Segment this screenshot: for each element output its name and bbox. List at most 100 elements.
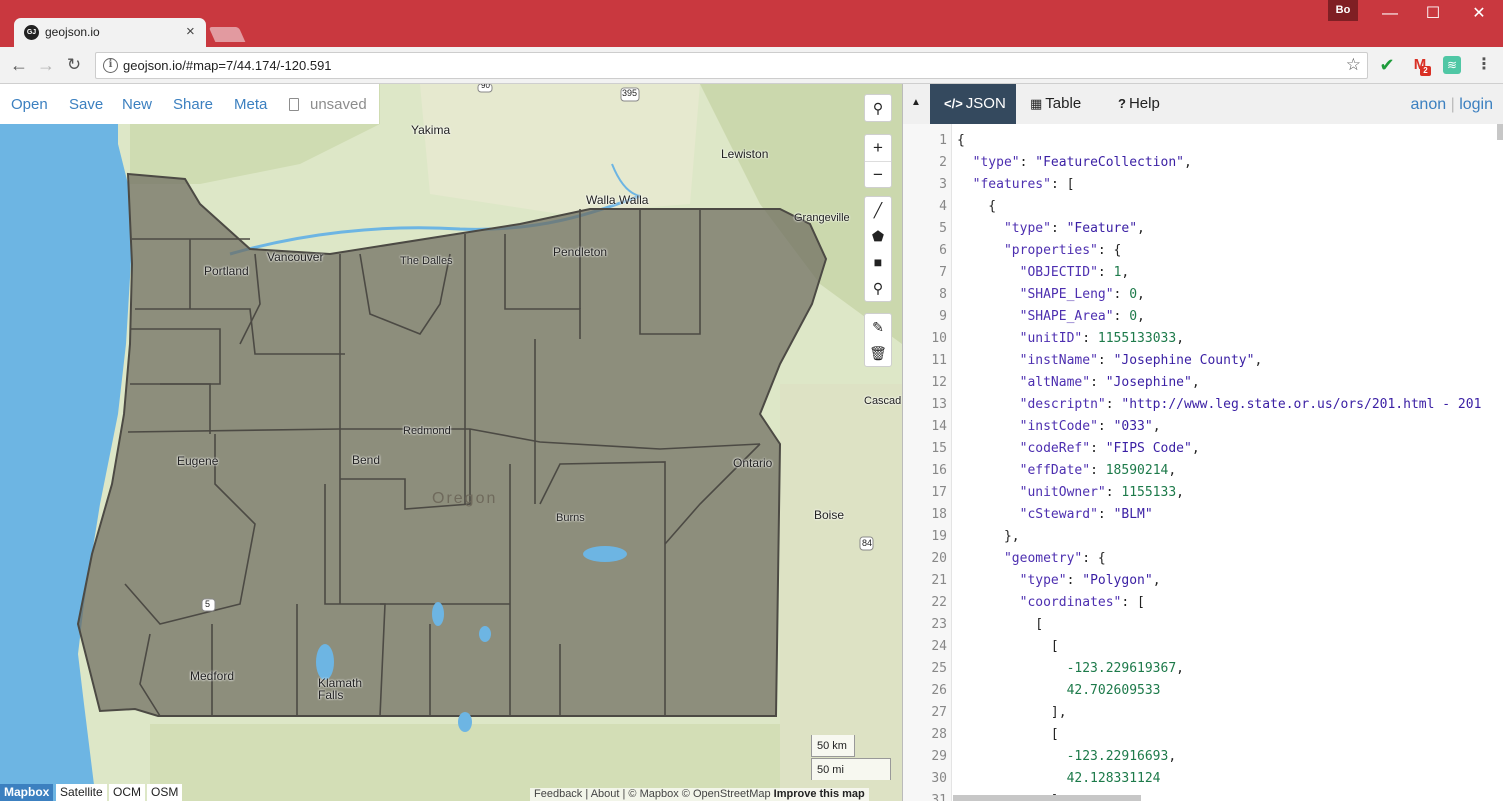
code-line[interactable]: ], [957,705,1067,720]
info-icon[interactable]: i [103,58,118,73]
code-line[interactable]: { [957,133,965,148]
save-button[interactable]: Save [69,96,103,113]
code-line[interactable]: 42.702609533 [957,683,1161,698]
code-token: 42.128331124 [1066,771,1161,786]
feedback-link[interactable]: Feedback [534,788,582,800]
bookmark-star-icon[interactable]: ☆ [1346,55,1361,75]
minimize-icon[interactable]: — [1377,4,1403,24]
draw-rectangle-icon[interactable]: ■ [865,249,891,275]
code-line[interactable]: "unitID": 1155133033, [957,331,1184,346]
line-number: 17 [931,485,947,500]
line-number: 15 [931,441,947,456]
map-view[interactable]: 90 395 5 84 Yakima Lewiston Walla Walla … [0,84,902,801]
place-label-falls: Falls [318,688,344,702]
checkmark-extension-icon[interactable]: ✔ [1378,56,1396,74]
code-line[interactable]: "OBJECTID": 1, [957,265,1130,280]
code-line[interactable]: -123.229619367, [957,661,1184,676]
code-line[interactable]: "effDate": 18590214, [957,463,1177,478]
url-text[interactable]: geojson.io/#map=7/44.174/-120.591 [123,58,332,73]
new-tab-button[interactable] [208,27,246,42]
edit-layers-icon[interactable]: ✎ [865,314,891,340]
close-window-icon[interactable]: ✕ [1466,4,1492,24]
collapse-panel-icon[interactable]: ▲ [911,97,921,108]
layer-satellite-button[interactable]: Satellite [56,784,107,801]
mapbox-link[interactable]: © Mapbox [628,788,678,800]
login-link[interactable]: login [1459,96,1493,113]
about-link[interactable]: About [591,788,620,800]
new-button[interactable]: New [122,96,152,113]
anon-link[interactable]: anon [1411,96,1447,113]
code-line[interactable]: "geometry": { [957,551,1106,566]
tab-help[interactable]: ? Help [1104,84,1176,124]
draw-polygon-icon[interactable]: ⬟ [865,223,891,249]
code-line[interactable]: "altName": "Josephine", [957,375,1200,390]
code-line[interactable]: "type": "Feature", [957,221,1145,236]
horizontal-scrollbar[interactable] [953,795,1141,801]
code-line[interactable]: "SHAPE_Area": 0, [957,309,1145,324]
draw-line-icon[interactable]: ╱ [865,197,891,223]
draw-marker-icon[interactable]: ⚲ [865,275,891,301]
code-line[interactable]: [ [957,617,1043,632]
code-token: 42.702609533 [1066,683,1161,698]
code-line[interactable]: "instName": "Josephine County", [957,353,1263,368]
osm-link[interactable]: © OpenStreetMap [682,788,771,800]
maximize-icon[interactable]: ☐ [1420,4,1446,24]
layer-ocm-button[interactable]: OCM [109,784,145,801]
code-token: "type" [1003,221,1051,236]
code-line[interactable]: "properties": { [957,243,1121,258]
tab-close-icon[interactable]: × [186,23,195,41]
meta-button[interactable]: Meta [234,96,267,113]
code-line[interactable]: "coordinates": [ [957,595,1145,610]
code-line[interactable]: "instCode": "033", [957,419,1161,434]
code-line[interactable]: "SHAPE_Leng": 0, [957,287,1145,302]
delete-layers-icon[interactable]: 🗑 [865,340,891,366]
code-token: { [957,199,997,214]
forward-arrow-icon[interactable]: → [35,54,57,76]
reload-icon[interactable]: ↻ [63,54,85,76]
vertical-scrollbar[interactable] [1497,124,1503,140]
back-arrow-icon[interactable]: ← [8,54,30,76]
layer-mapbox-button[interactable]: Mapbox [0,784,54,801]
line-number: 21 [931,573,947,588]
layer-osm-button[interactable]: OSM [147,784,183,801]
code-line[interactable]: "type": "FeatureCollection", [957,155,1192,170]
search-control[interactable]: ⚲ [864,94,892,122]
tab-json[interactable]: </> JSON [930,84,1016,124]
code-line[interactable]: "type": "Polygon", [957,573,1161,588]
code-line[interactable]: }, [957,529,1020,544]
gmail-extension-icon[interactable]: M2 [1411,56,1431,76]
line-number: 30 [931,771,947,786]
zoom-out-icon[interactable]: − [865,161,891,187]
profile-button[interactable]: Bo [1328,0,1358,21]
code-line[interactable]: -123.22916693, [957,749,1177,764]
code-token: "altName" [1019,375,1091,390]
code-line[interactable]: "unitOwner": 1155133, [957,485,1184,500]
code-token: , [1176,331,1185,346]
tab-table[interactable]: ▦ Table [1016,84,1104,124]
code-line[interactable]: "codeRef": "FIPS Code", [957,441,1200,456]
share-button[interactable]: Share [173,96,213,113]
json-editor[interactable]: 1 2 3 4 5 6 7 8 9 10 11 12 13 14 15 16 17 18 19 20 21 22 23 24 2… [903,124,1503,801]
open-button[interactable]: Open [11,96,48,113]
more-vert-icon[interactable]: ⋮ [1475,56,1493,74]
zoom-in-icon[interactable]: + [865,135,891,161]
code-line[interactable]: "cSteward": "BLM" [957,507,1153,522]
code-line[interactable]: 42.128331124 [957,771,1161,786]
address-bar[interactable]: i geojson.io/#map=7/44.174/-120.591 ☆ [95,52,1368,79]
improve-map-link[interactable]: Improve this map [774,788,865,800]
code-line[interactable]: [ [957,727,1059,742]
wave-extension-icon[interactable]: ≋ [1443,56,1461,74]
search-icon[interactable]: ⚲ [865,95,891,121]
code-token: "cSteward" [1019,507,1098,522]
code-line[interactable]: "features": [ [957,177,1075,192]
code-line[interactable]: { [957,199,996,214]
code-line[interactable]: [ [957,639,1059,654]
code-line[interactable]: "descriptn": "http://www.leg.state.or.us… [957,397,1482,412]
browser-tab[interactable]: GJ geojson.io × [14,18,206,47]
code-token: , [1191,441,1200,456]
